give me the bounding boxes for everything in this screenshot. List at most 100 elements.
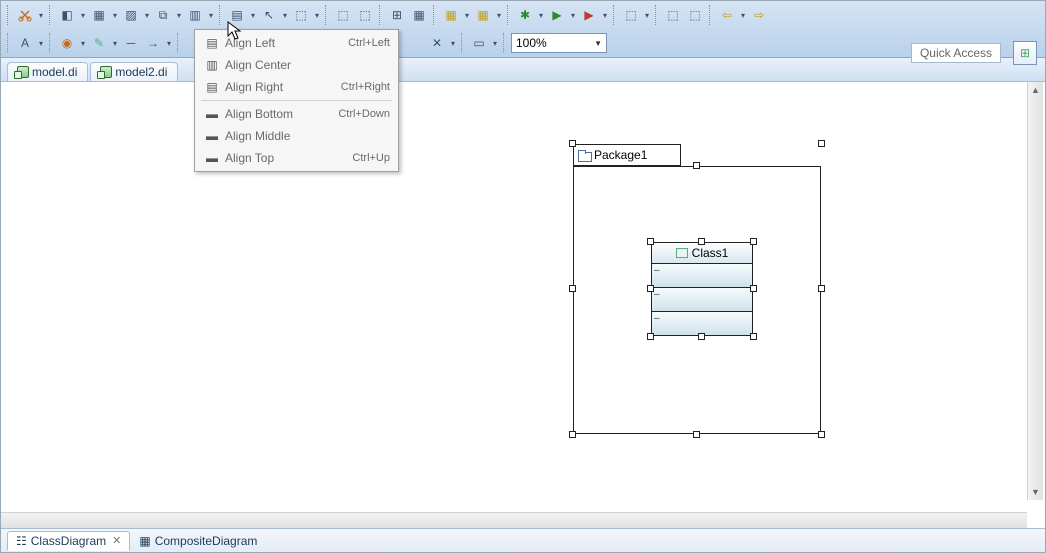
open-perspective-button[interactable]: ⊞ bbox=[1013, 41, 1037, 65]
tab-label: model2.di bbox=[115, 65, 167, 79]
menu-item-align-center[interactable]: ▥ Align Center bbox=[197, 54, 396, 76]
fill-color-icon[interactable]: ◉ bbox=[57, 33, 77, 53]
dropdown-icon[interactable]: ▾ bbox=[281, 5, 289, 25]
editor-tab[interactable]: model2.di bbox=[90, 62, 178, 81]
nav-back-icon[interactable]: ⇦ bbox=[717, 5, 737, 25]
nav-fwd-icon[interactable]: ⇨ bbox=[749, 5, 769, 25]
dropdown-icon[interactable]: ▾ bbox=[79, 5, 87, 25]
diagram-canvas[interactable]: Package1 Class1 ▲ ▼ bbox=[1, 82, 1045, 500]
table-tool-icon[interactable]: ▦ bbox=[473, 5, 493, 25]
tool-icon[interactable]: ▦ bbox=[409, 5, 429, 25]
diagram-tab-active[interactable]: ☷ ClassDiagram ✕ bbox=[7, 531, 130, 551]
line-style-icon[interactable]: ─ bbox=[121, 33, 141, 53]
menu-item-align-middle[interactable]: ▬ Align Middle bbox=[197, 125, 396, 147]
vertical-scrollbar[interactable]: ▲ ▼ bbox=[1027, 82, 1043, 500]
dropdown-icon[interactable]: ▾ bbox=[143, 5, 151, 25]
resize-handle[interactable] bbox=[647, 238, 654, 245]
resize-handle[interactable] bbox=[818, 285, 825, 292]
tool-icon[interactable]: ⬚ bbox=[291, 5, 311, 25]
resize-handle[interactable] bbox=[569, 431, 576, 438]
class-attributes[interactable] bbox=[651, 264, 753, 288]
resize-handle[interactable] bbox=[750, 285, 757, 292]
dropdown-icon[interactable]: ▾ bbox=[495, 5, 503, 25]
resize-handle[interactable] bbox=[693, 162, 700, 169]
debug-icon[interactable]: ✱ bbox=[515, 5, 535, 25]
class-header[interactable]: Class1 bbox=[651, 242, 753, 264]
close-icon[interactable]: ✕ bbox=[112, 534, 121, 547]
class-operations[interactable] bbox=[651, 288, 753, 312]
resize-handle[interactable] bbox=[818, 140, 825, 147]
dropdown-icon[interactable]: ▾ bbox=[111, 33, 119, 53]
tool-icon[interactable]: ⊞ bbox=[387, 5, 407, 25]
tool-icon[interactable]: ▥ bbox=[185, 5, 205, 25]
align-top-icon: ▬ bbox=[203, 150, 221, 166]
resize-handle[interactable] bbox=[698, 238, 705, 245]
dropdown-icon[interactable]: ▾ bbox=[79, 33, 87, 53]
dropdown-icon[interactable]: ▾ bbox=[175, 5, 183, 25]
dropdown-icon[interactable]: ▾ bbox=[537, 5, 545, 25]
tool-icon[interactable]: ⬚ bbox=[663, 5, 683, 25]
dropdown-icon[interactable]: ▾ bbox=[313, 5, 321, 25]
table-tool-icon[interactable]: ▦ bbox=[441, 5, 461, 25]
resize-handle[interactable] bbox=[569, 285, 576, 292]
tool-icon[interactable]: ⬚ bbox=[685, 5, 705, 25]
tool-icon[interactable]: ⬚ bbox=[621, 5, 641, 25]
resize-handle[interactable] bbox=[647, 333, 654, 340]
resize-handle[interactable] bbox=[818, 431, 825, 438]
file-icon bbox=[14, 65, 28, 79]
resize-handle[interactable] bbox=[698, 333, 705, 340]
package-header[interactable]: Package1 bbox=[573, 144, 681, 166]
dropdown-icon[interactable]: ▾ bbox=[601, 5, 609, 25]
pointer-tool-icon[interactable]: ↖ bbox=[259, 5, 279, 25]
dropdown-icon[interactable]: ▾ bbox=[463, 5, 471, 25]
diagram-tab-icon: ☷ bbox=[16, 534, 27, 548]
dropdown-icon[interactable]: ▾ bbox=[249, 5, 257, 25]
dropdown-icon[interactable]: ▾ bbox=[207, 5, 215, 25]
quick-access-field[interactable]: Quick Access bbox=[911, 43, 1001, 63]
run-config-icon[interactable]: ▶ bbox=[579, 5, 599, 25]
tool-icon[interactable]: ⧉ bbox=[153, 5, 173, 25]
tool-icon[interactable]: ◧ bbox=[57, 5, 77, 25]
tool-icon[interactable]: ▨ bbox=[121, 5, 141, 25]
menu-item-align-right[interactable]: ▤ Align Right Ctrl+Right bbox=[197, 76, 396, 98]
tool-icon[interactable]: ✕ bbox=[427, 33, 447, 53]
dropdown-icon[interactable]: ▾ bbox=[491, 33, 499, 53]
menu-item-align-left[interactable]: ▤ Align Left Ctrl+Left bbox=[197, 32, 396, 54]
resize-handle[interactable] bbox=[693, 431, 700, 438]
editor-tab[interactable]: model.di bbox=[7, 62, 88, 81]
menu-item-align-top[interactable]: ▬ Align Top Ctrl+Up bbox=[197, 147, 396, 169]
tab-label: model.di bbox=[32, 65, 77, 79]
scroll-down-icon[interactable]: ▼ bbox=[1028, 484, 1043, 500]
horizontal-scrollbar[interactable] bbox=[1, 512, 1027, 528]
uml-class[interactable]: Class1 bbox=[651, 242, 753, 336]
align-tool-icon[interactable]: ▤ bbox=[227, 5, 247, 25]
dropdown-icon[interactable]: ▾ bbox=[165, 33, 173, 53]
dropdown-icon[interactable]: ▾ bbox=[37, 5, 45, 25]
align-menu: ▤ Align Left Ctrl+Left ▥ Align Center ▤ … bbox=[194, 29, 399, 172]
line-color-icon[interactable]: ✎ bbox=[89, 33, 109, 53]
arrow-tool-icon[interactable]: → bbox=[143, 33, 163, 53]
dropdown-icon[interactable]: ▾ bbox=[643, 5, 651, 25]
resize-handle[interactable] bbox=[750, 238, 757, 245]
dropdown-icon[interactable]: ▾ bbox=[569, 5, 577, 25]
menu-item-align-bottom[interactable]: ▬ Align Bottom Ctrl+Down bbox=[197, 103, 396, 125]
tool-icon[interactable]: ⬚ bbox=[333, 5, 353, 25]
resize-handle[interactable] bbox=[750, 333, 757, 340]
resize-handle[interactable] bbox=[569, 140, 576, 147]
dropdown-icon[interactable]: ▾ bbox=[37, 33, 45, 53]
diagram-tab[interactable]: ▦ CompositeDiagram bbox=[130, 531, 266, 551]
resize-handle[interactable] bbox=[647, 285, 654, 292]
zoom-combo[interactable]: 100% ▼ bbox=[511, 33, 607, 53]
align-left-icon: ▤ bbox=[203, 35, 221, 51]
tool-icon[interactable]: ⬚ bbox=[355, 5, 375, 25]
main-toolbar: ▾ ◧▾ ▦▾ ▨▾ ⧉▾ ▥▾ ▤▾ ↖▾ ⬚▾ ⬚ ⬚ ⊞ ▦ ▦▾ ▦▾ … bbox=[1, 1, 1045, 58]
dropdown-icon[interactable]: ▾ bbox=[739, 5, 747, 25]
cut-icon[interactable] bbox=[15, 5, 35, 25]
tool-icon[interactable]: ▭ bbox=[469, 33, 489, 53]
dropdown-icon[interactable]: ▾ bbox=[449, 33, 457, 53]
scroll-up-icon[interactable]: ▲ bbox=[1028, 82, 1043, 98]
dropdown-icon[interactable]: ▾ bbox=[111, 5, 119, 25]
text-tool-icon[interactable]: A bbox=[15, 33, 35, 53]
tool-icon[interactable]: ▦ bbox=[89, 5, 109, 25]
run-icon[interactable]: ▶ bbox=[547, 5, 567, 25]
